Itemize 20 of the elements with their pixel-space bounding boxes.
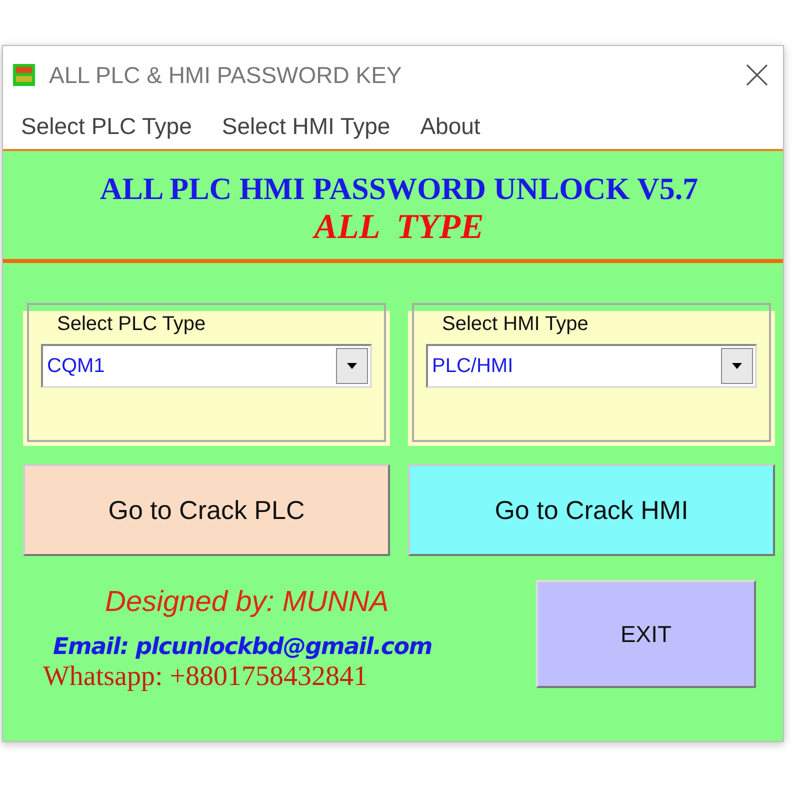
dropdown-field[interactable]: PLC/HMI bbox=[426, 344, 757, 388]
menu-item[interactable]: Select PLC Type bbox=[21, 113, 192, 140]
close-icon[interactable] bbox=[745, 63, 769, 87]
exit-button[interactable]: EXIT bbox=[536, 580, 756, 688]
dropdown-field[interactable]: CQM1 bbox=[41, 344, 372, 388]
caret-icon bbox=[347, 363, 357, 369]
caret-icon bbox=[732, 363, 742, 369]
dropdown-button[interactable] bbox=[721, 348, 753, 384]
menu-item[interactable]: Select HMI Type bbox=[222, 113, 390, 140]
dropdown-button[interactable] bbox=[336, 348, 368, 384]
app-heading: ALL PLC HMI PASSWORD UNLOCK V5.7 bbox=[98, 171, 700, 207]
window-title: ALL PLC & HMI PASSWORD KEY bbox=[49, 62, 403, 88]
email-text: Email: plcunlockbd@gmail.com bbox=[52, 634, 433, 660]
app-subheading: ALL TYPE bbox=[311, 207, 485, 247]
menu-item[interactable]: About bbox=[420, 113, 480, 140]
crack-button[interactable]: Go to Crack HMI bbox=[408, 464, 775, 556]
whatsapp-text: Whatsapp: +8801758432841 bbox=[42, 660, 369, 694]
designer-credit: Designed by: MUNNA bbox=[104, 585, 390, 620]
app-icon bbox=[13, 64, 35, 86]
crack-button[interactable]: Go to Crack PLC bbox=[23, 464, 390, 556]
